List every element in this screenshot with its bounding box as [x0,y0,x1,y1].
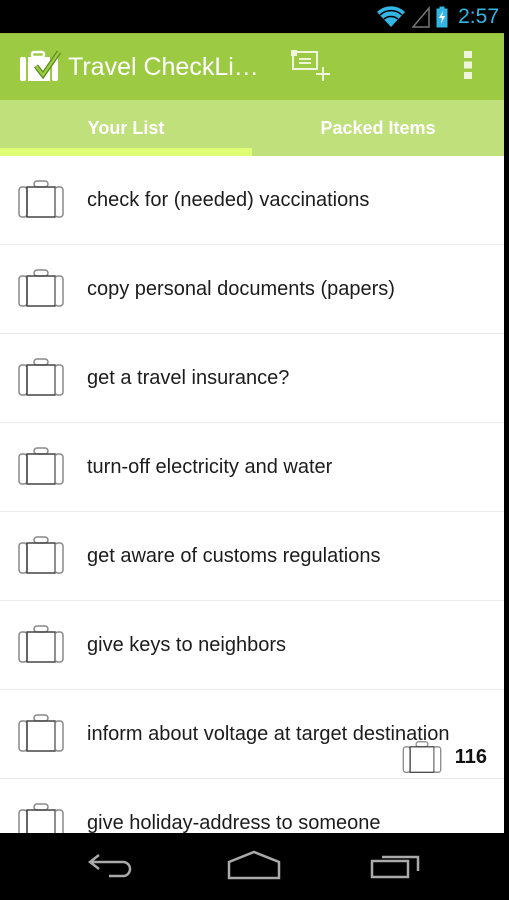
suitcase-check-icon[interactable] [18,49,62,85]
home-button[interactable] [214,845,294,889]
action-bar: Travel CheckLi… [0,33,504,100]
packed-counter: 116 [401,740,487,774]
suitcase-icon[interactable] [17,357,65,397]
list-item[interactable]: turn-off electricity and water [0,423,504,512]
add-item-button[interactable] [283,34,339,101]
suitcase-icon[interactable] [17,802,65,833]
signal-icon [412,5,430,28]
wifi-icon [376,5,406,28]
back-button[interactable] [72,845,152,889]
suitcase-icon[interactable] [17,268,65,308]
back-icon [87,851,137,884]
suitcase-icon[interactable] [17,624,65,664]
tab-packed-items[interactable]: Packed Items [252,100,504,156]
status-bar: 2:57 [0,0,509,33]
item-label: check for (needed) vaccinations [87,188,370,211]
clock: 2:57 [458,4,499,28]
item-label: give keys to neighbors [87,633,287,656]
app-title: Travel CheckLi… [68,52,259,81]
list-item[interactable]: check for (needed) vaccinations [0,156,504,245]
screen-edge [504,150,509,833]
item-label: inform about voltage at target destinati… [87,722,450,745]
list-item[interactable]: get aware of customs regulations [0,512,504,601]
item-label: turn-off electricity and water [87,455,333,478]
suitcase-icon [401,740,443,774]
item-label: give holiday-address to someone [87,811,381,834]
item-label: get a travel insurance? [87,366,290,389]
item-label: get aware of customs regulations [87,544,381,567]
home-icon [227,850,281,885]
list-item[interactable]: copy personal documents (papers) [0,245,504,334]
more-vert-icon [463,50,473,85]
add-item-icon [290,47,332,88]
tab-label: Packed Items [320,117,436,138]
suitcase-icon[interactable] [17,446,65,486]
suitcase-icon[interactable] [17,535,65,575]
suitcase-icon[interactable] [17,179,65,219]
item-label: copy personal documents (papers) [87,277,395,300]
app-window: Travel CheckLi… Your List Packed Items c… [0,33,504,833]
overflow-menu-button[interactable] [440,34,496,101]
packed-count: 116 [454,745,487,768]
list-item[interactable]: give keys to neighbors [0,601,504,690]
checklist: check for (needed) vaccinations copy pers… [0,156,504,833]
list-item[interactable]: give holiday-address to someone [0,779,504,833]
suitcase-icon[interactable] [17,713,65,753]
list-item[interactable]: get a travel insurance? [0,334,504,423]
tab-label: Your List [87,117,165,138]
navigation-bar [0,833,509,900]
recents-button[interactable] [356,845,436,889]
tab-bar: Your List Packed Items [0,100,504,156]
tab-your-list[interactable]: Your List [0,100,252,156]
recents-icon [370,851,422,884]
battery-charging-icon [436,6,448,28]
